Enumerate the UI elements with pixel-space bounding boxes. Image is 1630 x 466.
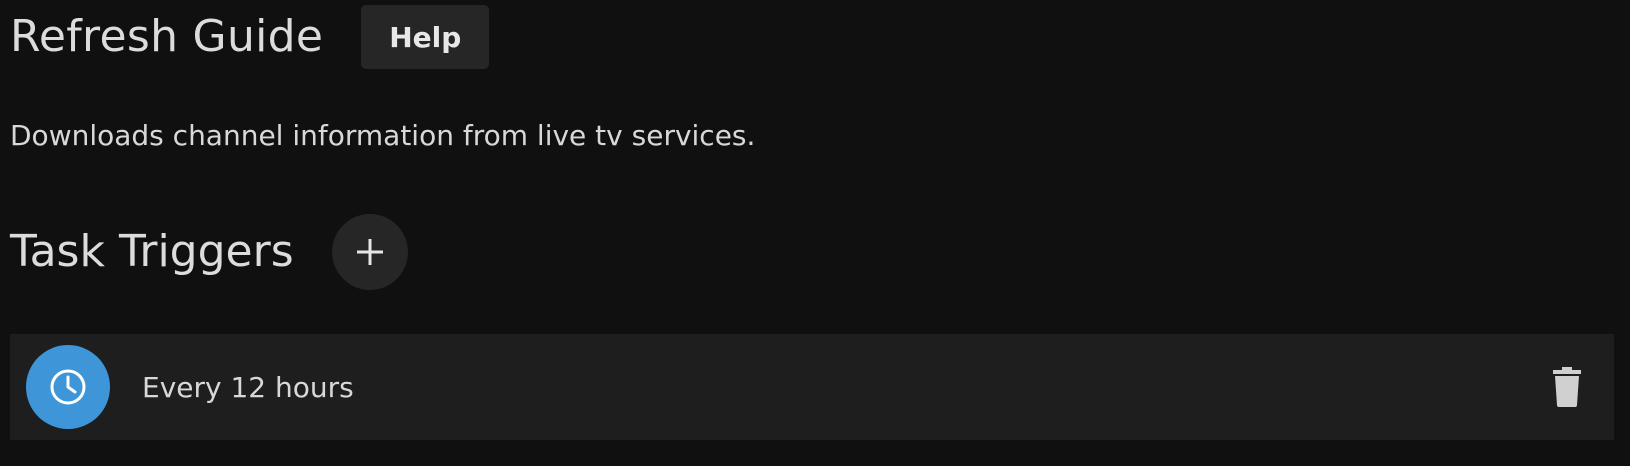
plus-icon (356, 239, 383, 265)
delete-trigger-button[interactable] (1540, 360, 1594, 414)
trigger-label: Every 12 hours (142, 370, 354, 404)
trigger-list-item: Every 12 hours (10, 334, 1614, 440)
page-title: Refresh Guide (10, 11, 324, 62)
scheduled-task-page: Refresh Guide Help Downloads channel inf… (0, 0, 1630, 466)
section-title: Task Triggers (10, 226, 294, 277)
trigger-type-badge (26, 345, 110, 429)
help-button[interactable]: Help (361, 5, 490, 69)
clock-icon (50, 369, 86, 405)
add-trigger-button[interactable] (331, 214, 408, 290)
header: Refresh Guide Help (10, 0, 490, 74)
task-triggers-header: Task Triggers (10, 214, 408, 290)
task-description: Downloads channel information from live … (10, 119, 756, 152)
trash-icon (1553, 367, 1581, 407)
